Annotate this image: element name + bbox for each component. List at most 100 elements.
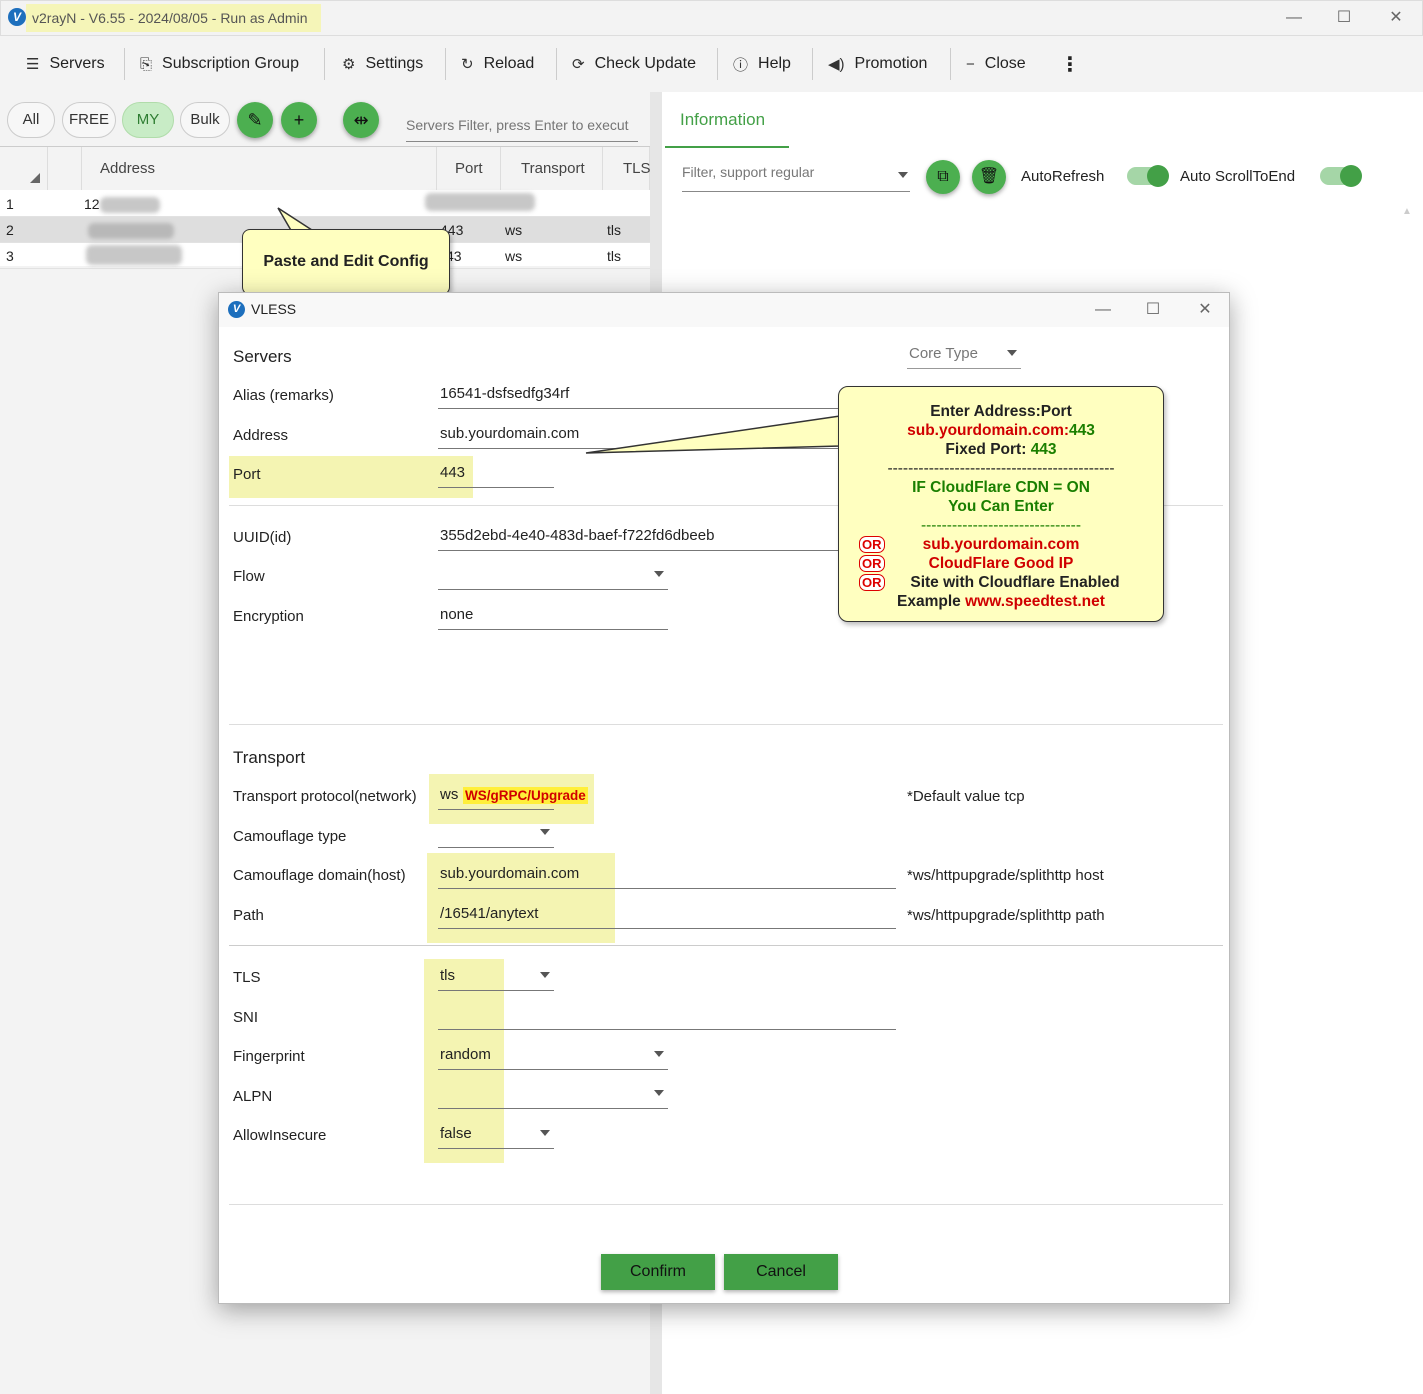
confirm-button[interactable]: Confirm — [601, 1254, 715, 1290]
allow-insecure-value: false — [440, 1125, 472, 1142]
menu-close-label: Close — [984, 55, 1026, 72]
log-filter-combo[interactable]: Filter, support regular — [682, 164, 910, 192]
alpn-select[interactable] — [438, 1085, 668, 1109]
chip-my[interactable]: MY — [122, 102, 174, 138]
flow-label: Flow — [233, 568, 265, 585]
or-badge: OR — [859, 574, 885, 591]
pencil-icon: ✎ — [247, 110, 263, 130]
column-header-port[interactable]: Port — [437, 147, 501, 190]
chevron-down-icon — [540, 1130, 550, 1136]
menu-settings[interactable]: ⚙ Settings — [326, 36, 439, 92]
menu-subscription-group[interactable]: ⎘ Subscription Group — [124, 36, 315, 92]
callout-port: 443 — [1069, 422, 1095, 439]
copy-icon: ⧉ — [937, 168, 949, 185]
auto-scroll-toggle[interactable] — [1320, 165, 1362, 187]
allow-insecure-select[interactable]: false — [438, 1125, 554, 1149]
callout-separator: ------------------------------- — [920, 517, 1081, 534]
divider — [229, 724, 1223, 725]
menu-promotion-label: Promotion — [854, 55, 928, 72]
auto-refresh-toggle[interactable] — [1127, 165, 1169, 187]
scroll-up-icon[interactable]: ▲ — [1402, 206, 1412, 217]
encryption-input[interactable]: none — [438, 606, 668, 630]
chip-bulk[interactable]: Bulk — [180, 102, 230, 138]
sni-input[interactable] — [438, 1006, 896, 1030]
chevron-down-icon — [540, 972, 550, 978]
row-transport: ws — [505, 248, 523, 264]
close-window-button[interactable]: ✕ — [1381, 3, 1411, 33]
more-options-icon[interactable]: ⋮ — [1044, 36, 1096, 92]
edit-server-button[interactable]: ✎ — [237, 102, 273, 138]
auto-scroll-label: Auto ScrollToEnd — [1180, 168, 1296, 185]
column-header-tls[interactable]: TLS — [603, 147, 651, 190]
auto-refresh-label: AutoRefresh — [1021, 168, 1105, 185]
chevron-down-icon — [540, 829, 550, 835]
dialog-maximize-button[interactable]: ☐ — [1138, 295, 1168, 325]
allow-insecure-label: AllowInsecure — [233, 1127, 327, 1144]
copy-log-button[interactable]: ⧉ — [926, 160, 960, 194]
divider — [229, 1204, 1223, 1205]
v2rayn-logo-icon: V — [228, 301, 245, 318]
path-hint: *ws/httpupgrade/splithttp path — [907, 907, 1105, 924]
servers-filter-input[interactable] — [406, 108, 638, 142]
dialog-title: VLESS — [251, 301, 297, 317]
menu-reload-label: Reload — [483, 55, 535, 72]
or-badge: OR — [859, 536, 885, 553]
dialog-minimize-button[interactable]: — — [1088, 295, 1118, 325]
redacted-address — [86, 245, 182, 265]
port-highlight — [229, 456, 473, 498]
minus-icon: − — [966, 55, 975, 73]
dialog-close-button[interactable]: ✕ — [1190, 295, 1220, 325]
menu-divider — [324, 48, 325, 80]
core-type-select[interactable]: Core Type — [907, 345, 1021, 369]
menu-servers[interactable]: ☰ Servers — [10, 36, 121, 92]
camouflage-type-select[interactable] — [438, 824, 554, 848]
tls-label: TLS — [233, 969, 261, 986]
trash-icon: 🗑 — [978, 168, 1000, 185]
v2rayn-logo-icon: V — [8, 8, 26, 26]
grid-select-all-corner[interactable] — [0, 147, 48, 190]
redacted-address — [88, 223, 174, 239]
fingerprint-value: random — [440, 1046, 491, 1063]
tab-information[interactable]: Information — [680, 110, 765, 130]
column-header-transport[interactable]: Transport — [501, 147, 603, 190]
menu-reload[interactable]: ↻ Reload — [445, 36, 550, 92]
minimize-button[interactable]: — — [1279, 3, 1309, 33]
alias-input[interactable]: 16541-dsfsedfg34rf — [438, 385, 838, 409]
section-transport: Transport — [233, 748, 306, 767]
menu-close[interactable]: − Close — [950, 36, 1042, 92]
fingerprint-select[interactable]: random — [438, 1046, 668, 1070]
clear-log-button[interactable]: 🗑 — [972, 160, 1006, 194]
split-view-button[interactable]: ⇹ — [343, 102, 379, 138]
maximize-button[interactable]: ☐ — [1329, 3, 1359, 33]
callout-line: IF CloudFlare CDN = ON — [912, 479, 1090, 496]
callout-line: Fixed Port: 443 — [839, 440, 1163, 459]
menu-promotion[interactable]: ◀) Promotion — [812, 36, 943, 92]
speaker-icon: ◀) — [828, 56, 845, 73]
menu-bar: ☰ Servers ⎘ Subscription Group ⚙ Settings ↻… — [0, 36, 1423, 92]
path-input[interactable]: /16541/anytext — [438, 905, 896, 929]
chevron-down-icon — [654, 571, 664, 577]
callout-option-text: CloudFlare Good IP — [928, 555, 1074, 572]
tls-select[interactable]: tls — [438, 967, 554, 991]
server-icon: ☰ — [26, 56, 40, 73]
split-icon: ⇹ — [353, 110, 369, 130]
menu-help[interactable]: ⓘ Help — [717, 36, 807, 92]
chevron-down-icon — [654, 1090, 664, 1096]
network-label: Transport protocol(network) — [233, 788, 417, 805]
host-input[interactable]: sub.yourdomain.com — [438, 865, 896, 889]
callout-line: Example www.speedtest.net — [839, 592, 1163, 611]
column-header-address[interactable]: Address — [82, 147, 437, 190]
callout-fixed-port: 443 — [1030, 441, 1057, 458]
port-input[interactable]: 443 — [438, 464, 554, 488]
uuid-input[interactable]: 355d2ebd-4e40-483d-baef-f722fd6dbeeb — [438, 527, 838, 551]
cancel-button[interactable]: Cancel — [724, 1254, 838, 1290]
menu-servers-label: Servers — [49, 55, 105, 72]
chip-free[interactable]: FREE — [62, 102, 116, 138]
menu-check-update[interactable]: ⟳ Check Update — [556, 36, 712, 92]
row-index: 1 — [6, 196, 14, 212]
row-address: 12 — [84, 196, 100, 212]
flow-select[interactable] — [438, 566, 668, 590]
chip-all[interactable]: All — [7, 102, 55, 138]
add-server-button[interactable]: + — [281, 102, 317, 138]
callout-line: sub.yourdomain.com:443 — [839, 421, 1163, 440]
